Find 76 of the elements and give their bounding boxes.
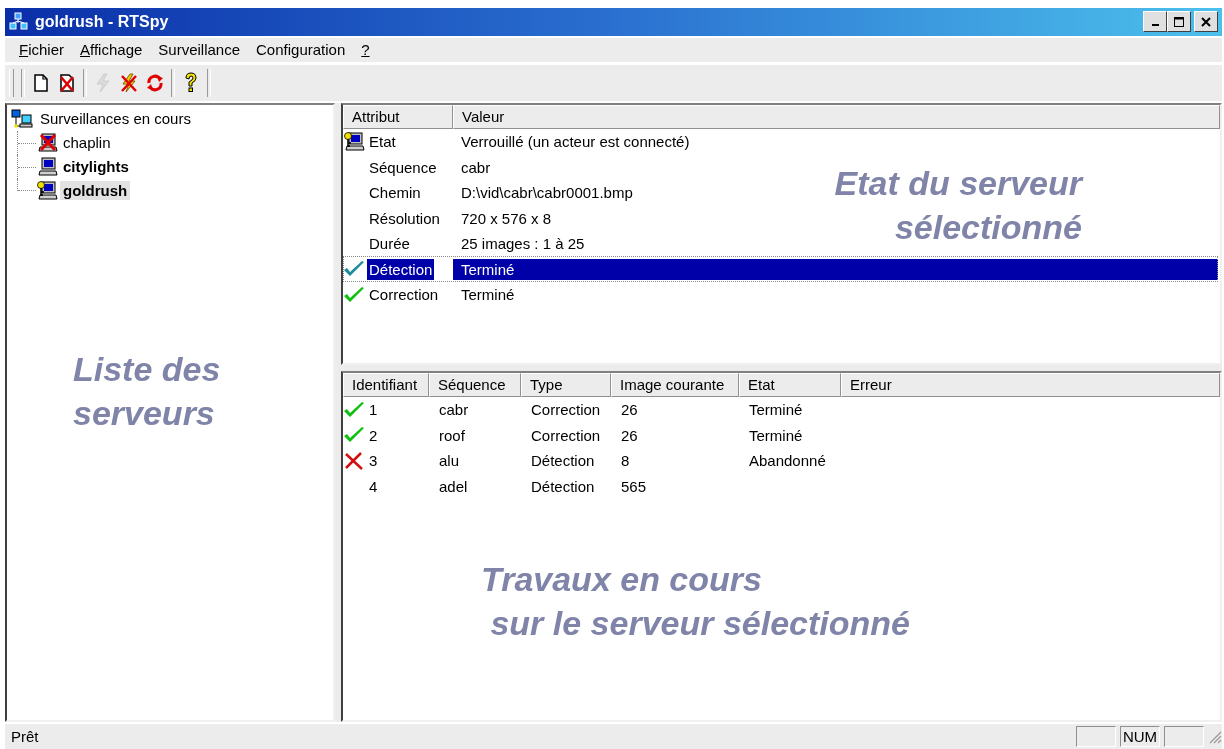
table-cell-text: roof [438,425,466,446]
menu-item[interactable]: Surveillance [150,41,249,59]
table-cell-text: Abandonné [748,451,827,472]
menu-item[interactable]: Affichage [72,41,151,59]
column-header[interactable]: Image courante [611,372,739,397]
menu-item[interactable]: Fichier [11,41,73,59]
column-header[interactable]: Identifiant [343,372,429,397]
computer-key-icon [36,180,58,201]
computer-cross-icon [36,132,58,153]
table-cell-text: Terminé [460,285,516,306]
table-cell-text: cabr [438,400,470,421]
check-icon [343,285,365,304]
table-cell-text: Terminé [748,400,804,421]
tree-item[interactable]: chaplin [60,133,114,153]
table-cell-text: Chemin [368,183,422,204]
tree-item[interactable]: Surveillances en cours [37,109,194,129]
cross-icon [343,451,365,470]
menu-item[interactable]: Configuration [248,41,354,59]
status-panel [1076,726,1116,748]
close-button[interactable] [1194,11,1218,33]
tree-item[interactable]: goldrush [60,181,131,201]
check-icon [343,426,365,445]
table-cell-text: adel [438,476,469,497]
maximize-button[interactable] [1167,11,1191,33]
table-cell-text: Résolution [368,208,441,229]
status-panel [1164,726,1204,748]
menu-item[interactable]: ? [353,41,378,59]
network-icon [11,108,33,129]
app-icon [9,12,29,32]
table-cell-text: Correction [530,425,602,446]
computer-icon [36,156,58,177]
computer-key-icon [343,131,365,152]
table-cell-text: cabr [460,157,492,178]
table-cell-text: D:\vid\cabr\cabr0001.bmp [460,183,634,204]
table-cell-text: Détection [530,476,596,497]
status-text: Prêt [11,728,39,746]
table-cell: Détection [367,258,435,280]
column-header[interactable]: Type [521,372,611,397]
column-header[interactable]: Valeur [453,104,1220,129]
column-header[interactable]: Erreur [841,372,1220,397]
table-cell-text: 25 images : 1 à 25 [460,234,586,255]
table-cell-text: alu [438,451,461,472]
window-title: goldrush - RTSpy [35,13,169,31]
table-cell-text: Durée [368,234,411,255]
table-cell-text: 8 [620,451,631,472]
table-cell-text: 3 [368,451,379,472]
table-cell-text: 1 [368,400,379,421]
table-cell-text: 4 [368,476,379,497]
column-header[interactable]: Séquence [429,372,521,397]
close-icon [1201,17,1211,27]
minimize-button[interactable] [1143,11,1167,33]
check-icon [343,260,365,279]
resize-grip-icon[interactable] [1208,729,1222,744]
table-cell-text: Verrouillé (un acteur est connecté) [460,132,691,153]
table-cell-text: 565 [620,476,648,497]
check-icon [343,400,365,419]
table-cell-text: Terminé [748,425,804,446]
tree-item[interactable]: citylights [60,157,132,177]
table-cell-text: 26 [620,400,639,421]
column-header[interactable]: Etat [739,372,841,397]
status-indicator: NUM [1120,726,1160,748]
annotation-text: Travaux en cours sur le serveur sélectionné [481,558,910,644]
table-cell-text: 720 x 576 x 8 [460,208,553,229]
table-cell-text: Détection [530,451,596,472]
table-cell: Terminé [453,258,1218,280]
table-cell-text: Etat [368,132,397,153]
table-cell-text: Séquence [368,157,438,178]
table-cell-text: Correction [530,400,602,421]
annotation-text: Etat du serveur sélectionné [834,162,1082,248]
column-header[interactable]: Attribut [343,104,453,129]
maximize-icon [1174,17,1184,27]
table-cell-text: Correction [368,285,440,306]
minimize-icon [1151,24,1159,27]
annotation-text: Liste des serveurs [73,348,221,434]
table-cell-text: 2 [368,425,379,446]
table-cell-text: 26 [620,425,639,446]
